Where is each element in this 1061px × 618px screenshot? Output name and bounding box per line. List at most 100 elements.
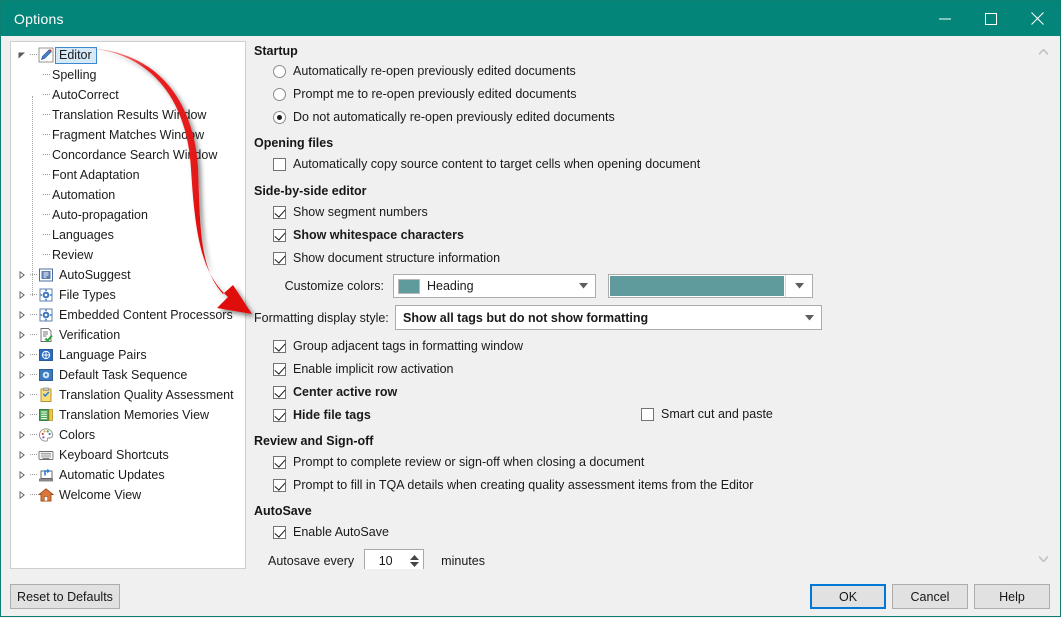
tree-item-keyboard-shortcuts[interactable]: Keyboard Shortcuts	[11, 445, 245, 465]
tree-expand-icon[interactable]	[15, 471, 28, 479]
option-center-active-row[interactable]: Center active row	[273, 385, 1051, 399]
checkbox[interactable]	[273, 408, 286, 422]
option-prompt-to-complete-review-or-sign-off-wh[interactable]: Prompt to complete review or sign-off wh…	[273, 455, 1051, 469]
customize-colors-color-combo[interactable]	[608, 274, 813, 298]
tree-item-editor[interactable]: Editor	[11, 45, 245, 65]
option-label: Prompt to fill in TQA details when creat…	[293, 478, 754, 492]
checkbox[interactable]	[273, 362, 286, 376]
tree-item-label: Translation Quality Assessment	[59, 388, 234, 402]
checkbox[interactable]	[273, 385, 286, 399]
tree-item-font-adaptation[interactable]: Font Adaptation	[11, 165, 245, 185]
tree-connector	[28, 405, 38, 425]
option-show-whitespace-characters[interactable]: Show whitespace characters	[273, 228, 1051, 242]
tree-item-translation-results-window[interactable]: Translation Results Window	[11, 105, 245, 125]
checkbox[interactable]	[273, 478, 286, 492]
tree-item-automatic-updates[interactable]: Automatic Updates	[11, 465, 245, 485]
option-label: Hide file tags	[293, 408, 371, 422]
checkbox[interactable]	[273, 205, 286, 219]
radio-button[interactable]	[273, 110, 286, 124]
reset-to-defaults-button[interactable]: Reset to Defaults	[10, 584, 120, 609]
tree-item-auto-propagation[interactable]: Auto-propagation	[11, 205, 245, 225]
tree-expand-icon[interactable]	[15, 451, 28, 459]
checkbox[interactable]	[273, 525, 286, 539]
tree-item-autosuggest[interactable]: AutoSuggest	[11, 265, 245, 285]
tree-item-default-task-sequence[interactable]: Default Task Sequence	[11, 365, 245, 385]
tree-expand-icon[interactable]	[15, 431, 28, 439]
tree-expand-icon[interactable]	[15, 351, 28, 359]
tree-collapse-icon[interactable]	[15, 51, 28, 59]
tree-item-review[interactable]: Review	[11, 245, 245, 265]
formatting-display-style-combo[interactable]: Show all tags but do not show formatting	[395, 305, 822, 330]
tree-connector	[28, 305, 38, 325]
radio-button[interactable]	[273, 87, 286, 101]
option-label: Center active row	[293, 385, 398, 399]
tree-item-autocorrect[interactable]: AutoCorrect	[11, 85, 245, 105]
tree-item-automation[interactable]: Automation	[11, 185, 245, 205]
stepper-arrows[interactable]	[406, 550, 423, 569]
tree-expand-icon[interactable]	[15, 491, 28, 499]
minutes-label: minutes	[441, 553, 485, 568]
checkbox[interactable]	[273, 228, 286, 242]
close-button[interactable]	[1014, 1, 1060, 36]
tree-item-translation-quality-assessment[interactable]: Translation Quality Assessment	[11, 385, 245, 405]
option-group-adjacent-tags-in-formatting-window[interactable]: Group adjacent tags in formatting window	[273, 339, 1051, 353]
tree-item-fragment-matches-window[interactable]: Fragment Matches Window	[11, 125, 245, 145]
tree-item-verification[interactable]: Verification	[11, 325, 245, 345]
tree-expand-icon[interactable]	[15, 311, 28, 319]
tree-expand-icon[interactable]	[15, 331, 28, 339]
tree-item-embedded-content-processors[interactable]: Embedded Content Processors	[11, 305, 245, 325]
tree-expand-icon[interactable]	[15, 291, 28, 299]
title-bar: Options	[1, 1, 1060, 36]
tree-item-label: Editor	[55, 46, 97, 64]
checkbox[interactable]	[273, 339, 286, 353]
smart-cut-and-paste-option[interactable]: Smart cut and paste	[641, 407, 773, 421]
checkbox[interactable]	[273, 251, 286, 265]
option-show-segment-numbers[interactable]: Show segment numbers	[273, 205, 1051, 219]
minimize-button[interactable]	[922, 1, 968, 36]
tree-item-colors[interactable]: Colors	[11, 425, 245, 445]
autosave-interval-stepper[interactable]: 10	[364, 549, 425, 569]
checkbox[interactable]	[273, 455, 286, 469]
tree-item-language-pairs[interactable]: Language Pairs	[11, 345, 245, 365]
review-signoff-options: Prompt to complete review or sign-off wh…	[254, 455, 1051, 492]
option-do-not-automatically-re-open-previously-[interactable]: Do not automatically re-open previously …	[273, 110, 1051, 124]
tree-expand-icon[interactable]	[15, 371, 28, 379]
option-label: Prompt me to re-open previously edited d…	[293, 87, 577, 101]
chevron-down-icon[interactable]	[410, 561, 420, 567]
tree-item-welcome-view[interactable]: Welcome View	[11, 485, 245, 505]
tree-connector	[41, 165, 51, 185]
tree-item-concordance-search-window[interactable]: Concordance Search Window	[11, 145, 245, 165]
tree-item-spelling[interactable]: Spelling	[11, 65, 245, 85]
option-automatically-copy-source-content-to-tar[interactable]: Automatically copy source content to tar…	[273, 157, 1051, 171]
option-prompt-me-to-re-open-previously-edited-d[interactable]: Prompt me to re-open previously edited d…	[273, 87, 1051, 101]
help-button[interactable]: Help	[974, 584, 1050, 609]
tree-item-file-types[interactable]: File Types	[11, 285, 245, 305]
tree-item-translation-memories-view[interactable]: Translation Memories View	[11, 405, 245, 425]
ok-button[interactable]: OK	[810, 584, 886, 609]
tree-item-label: Welcome View	[59, 488, 142, 502]
file-types-icon	[38, 287, 54, 303]
tree-expand-icon[interactable]	[15, 411, 28, 419]
cancel-button[interactable]: Cancel	[892, 584, 968, 609]
tree-expand-icon[interactable]	[15, 391, 28, 399]
maximize-button[interactable]	[968, 1, 1014, 36]
option-enable-autosave[interactable]: Enable AutoSave	[273, 525, 1051, 539]
tree-connector	[28, 265, 38, 285]
option-show-document-structure-information[interactable]: Show document structure information	[273, 251, 1051, 265]
checkbox[interactable]	[273, 157, 286, 171]
option-prompt-to-fill-in-tqa-details-when-creat[interactable]: Prompt to fill in TQA details when creat…	[273, 478, 1051, 492]
tree-item-languages[interactable]: Languages	[11, 225, 245, 245]
option-enable-implicit-row-activation[interactable]: Enable implicit row activation	[273, 362, 1051, 376]
tree-expand-icon[interactable]	[15, 271, 28, 279]
vertical-scrollbar[interactable]	[1035, 41, 1051, 569]
scroll-up-button[interactable]	[1035, 43, 1051, 60]
option-automatically-re-open-previously-edited-[interactable]: Automatically re-open previously edited …	[273, 64, 1051, 78]
checkbox[interactable]	[641, 407, 654, 421]
customize-colors-style-combo[interactable]: Heading	[393, 274, 596, 298]
customize-colors-label: Customize colors:	[284, 279, 384, 293]
radio-button[interactable]	[273, 64, 286, 78]
settings-tree[interactable]: Editor Spelling AutoCorrect Translation Res…	[10, 41, 246, 569]
chevron-up-icon[interactable]	[410, 554, 420, 560]
option-label: Automatically re-open previously edited …	[293, 64, 576, 78]
scroll-down-button[interactable]	[1035, 550, 1051, 567]
